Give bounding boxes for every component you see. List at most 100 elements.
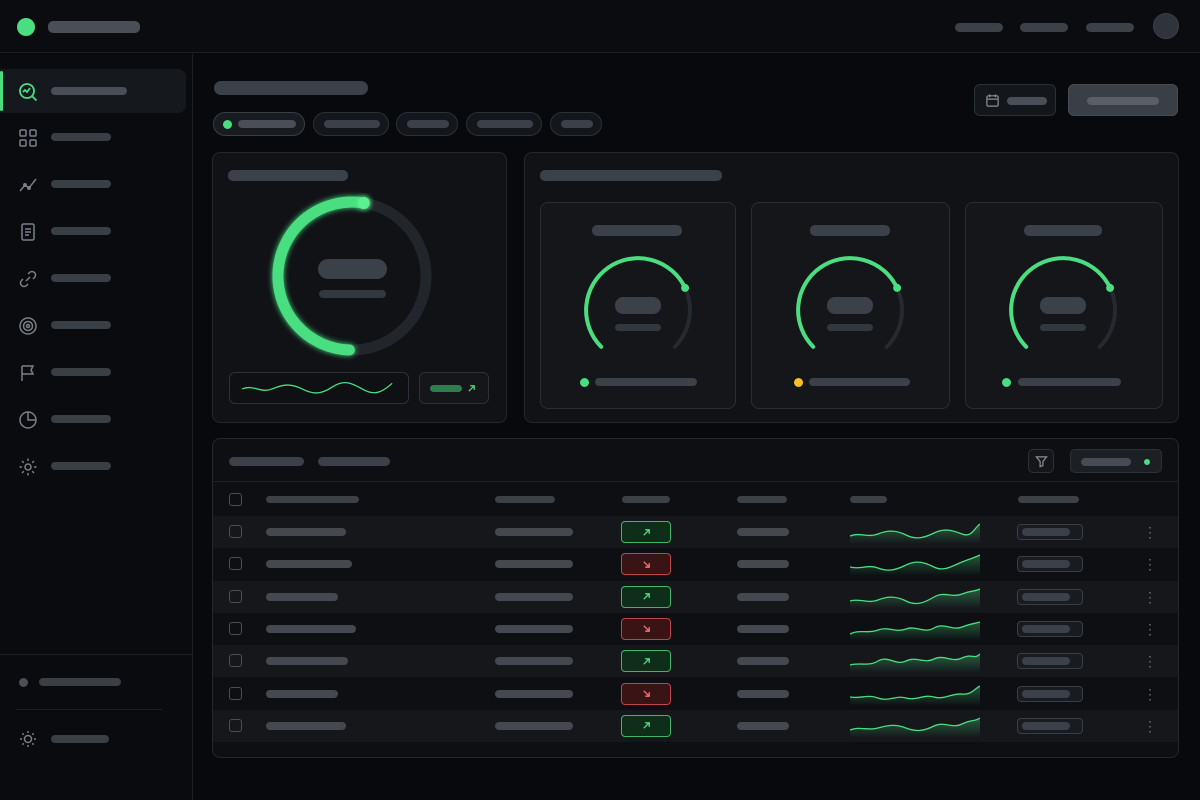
filter-chip-3[interactable] bbox=[396, 112, 458, 136]
sidebar-item-reports[interactable] bbox=[0, 209, 186, 253]
row-source bbox=[495, 592, 573, 601]
select-all-checkbox[interactable] bbox=[229, 493, 242, 506]
theme-toggle[interactable] bbox=[16, 728, 176, 750]
primary-action-button[interactable] bbox=[1068, 84, 1178, 116]
theme-toggle-label bbox=[51, 735, 109, 743]
sidebar-item-analytics[interactable] bbox=[0, 69, 186, 113]
sidebar-item-breakdown[interactable] bbox=[0, 397, 186, 441]
sidebar-item-label bbox=[51, 368, 111, 376]
date-range-button[interactable] bbox=[974, 84, 1056, 116]
row-status bbox=[1017, 620, 1083, 637]
nav-link-3[interactable] bbox=[1086, 23, 1134, 32]
filter-chip-2[interactable] bbox=[313, 112, 389, 136]
analytics-search-icon bbox=[19, 83, 38, 102]
app-title bbox=[48, 21, 140, 33]
filter-chip-1[interactable] bbox=[213, 112, 305, 136]
column-header-source[interactable] bbox=[495, 496, 555, 503]
table-row[interactable]: ⋮ bbox=[213, 678, 1178, 710]
row-checkbox[interactable] bbox=[229, 718, 242, 732]
arrow-down-right-icon bbox=[642, 625, 650, 633]
filter-chip-5[interactable] bbox=[550, 112, 602, 136]
sidebar-footer-status[interactable] bbox=[16, 674, 176, 690]
table-toolbar bbox=[213, 439, 1178, 482]
trend-badge bbox=[621, 553, 671, 576]
gauge-caption bbox=[615, 324, 661, 331]
nav-link-2[interactable] bbox=[1020, 23, 1068, 32]
page-title bbox=[214, 81, 368, 95]
row-source bbox=[495, 689, 573, 698]
gauge-status-1 bbox=[580, 377, 720, 389]
more-options-icon[interactable]: ⋮ bbox=[1143, 654, 1157, 668]
logo-dot-icon[interactable] bbox=[17, 18, 35, 36]
table-row[interactable]: ⋮ bbox=[213, 548, 1178, 580]
target-icon bbox=[19, 317, 37, 335]
more-options-icon[interactable]: ⋮ bbox=[1143, 557, 1157, 571]
overview-trend-button[interactable] bbox=[419, 372, 489, 404]
sidebar-item-label bbox=[51, 87, 127, 95]
column-header-name[interactable] bbox=[266, 496, 359, 503]
gauge-3 bbox=[1009, 256, 1117, 349]
data-table: ⋮ ⋮ ⋮ ⋮ ⋮ ⋮ ⋮ bbox=[212, 438, 1179, 758]
link-icon bbox=[19, 270, 37, 288]
sidebar-item-label bbox=[51, 274, 111, 282]
row-status bbox=[1017, 653, 1083, 670]
live-toggle-button[interactable] bbox=[1070, 449, 1162, 473]
row-name bbox=[266, 592, 338, 601]
row-value bbox=[737, 657, 789, 666]
more-options-icon[interactable]: ⋮ bbox=[1143, 622, 1157, 636]
row-source bbox=[495, 624, 573, 633]
sidebar-item-settings[interactable] bbox=[0, 444, 186, 488]
pie-chart-icon bbox=[19, 411, 37, 429]
row-checkbox[interactable] bbox=[229, 589, 242, 603]
column-header-trend[interactable] bbox=[622, 496, 670, 503]
row-value bbox=[737, 560, 789, 569]
row-sparkline bbox=[850, 554, 980, 577]
overview-gauge-knob bbox=[357, 197, 370, 209]
nav-link-1[interactable] bbox=[955, 23, 1003, 32]
top-bar bbox=[0, 0, 1200, 53]
row-checkbox[interactable] bbox=[229, 621, 242, 635]
more-options-icon[interactable]: ⋮ bbox=[1143, 525, 1157, 539]
sidebar-item-dashboard[interactable] bbox=[0, 115, 186, 159]
row-checkbox[interactable] bbox=[229, 686, 242, 700]
more-options-icon[interactable]: ⋮ bbox=[1143, 590, 1157, 604]
active-dot-icon bbox=[223, 120, 232, 129]
sidebar-item-label bbox=[51, 415, 111, 423]
overview-sparkline bbox=[229, 372, 409, 404]
sidebar-item-goals[interactable] bbox=[0, 303, 186, 347]
gauge-1 bbox=[584, 256, 692, 349]
table-row[interactable]: ⋮ bbox=[213, 645, 1178, 678]
sidebar-item-flags[interactable] bbox=[0, 350, 186, 394]
gauge-2 bbox=[796, 256, 904, 349]
column-header-value[interactable] bbox=[737, 496, 787, 503]
column-header-status[interactable] bbox=[1018, 496, 1079, 503]
gauge-title-2 bbox=[810, 225, 890, 236]
overview-gauge-caption bbox=[319, 290, 386, 298]
row-checkbox[interactable] bbox=[229, 557, 242, 571]
row-status-label bbox=[1022, 657, 1070, 666]
user-avatar-icon[interactable] bbox=[1153, 13, 1179, 39]
filter-button[interactable] bbox=[1028, 449, 1054, 473]
table-row[interactable]: ⋮ bbox=[213, 613, 1178, 645]
row-checkbox[interactable] bbox=[229, 525, 242, 538]
more-options-icon[interactable]: ⋮ bbox=[1143, 687, 1157, 701]
table-row[interactable]: ⋮ bbox=[213, 516, 1178, 548]
table-tab-2[interactable] bbox=[318, 457, 390, 466]
sidebar-item-label bbox=[51, 180, 111, 188]
table-row[interactable]: ⋮ bbox=[213, 709, 1178, 742]
column-header-history[interactable] bbox=[850, 496, 887, 503]
trend-badge bbox=[621, 682, 671, 705]
sidebar-item-trends[interactable] bbox=[0, 162, 186, 206]
row-checkbox[interactable] bbox=[229, 654, 242, 668]
row-name bbox=[266, 528, 346, 536]
sidebar-item-links[interactable] bbox=[0, 256, 186, 300]
sidebar-divider bbox=[0, 654, 193, 655]
table-tab-1[interactable] bbox=[229, 457, 304, 466]
row-status bbox=[1017, 685, 1083, 702]
more-options-icon[interactable]: ⋮ bbox=[1143, 719, 1157, 733]
gauge-status-label bbox=[1018, 378, 1121, 386]
gauge-value bbox=[1040, 297, 1086, 314]
row-value bbox=[737, 624, 789, 633]
filter-chip-4[interactable] bbox=[466, 112, 542, 136]
table-row[interactable]: ⋮ bbox=[213, 580, 1178, 613]
